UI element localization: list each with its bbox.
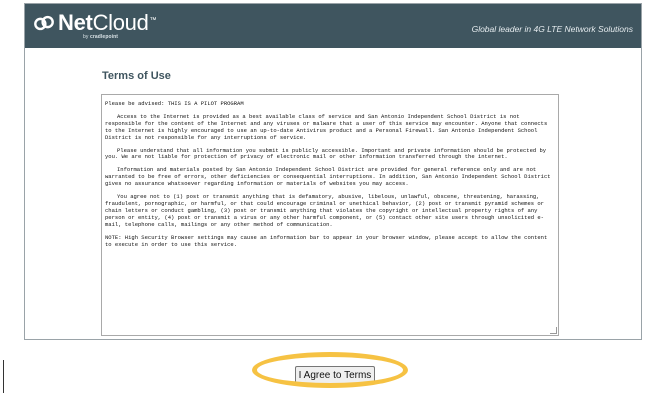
terms-paragraph: Please understand that all information y… — [105, 146, 547, 161]
brand-name: NetCloud™ — [58, 10, 157, 36]
brand-net: Net — [58, 10, 93, 35]
agree-to-terms-button[interactable]: I Agree to Terms — [295, 366, 375, 384]
header-tagline: Global leader in 4G LTE Network Solution… — [471, 24, 633, 34]
terms-paragraph: Information and materials posted by San … — [105, 166, 551, 188]
page-title: Terms of Use — [102, 70, 171, 82]
link-icon — [34, 15, 54, 31]
brand-byline: by cradlepoint — [83, 34, 118, 40]
header-bar: NetCloud™ by cradlepoint Global leader i… — [25, 4, 641, 48]
byline-prefix: by — [83, 34, 89, 40]
portal-frame: NetCloud™ by cradlepoint Global leader i… — [24, 3, 642, 340]
brand-cloud: Cloud — [92, 10, 149, 35]
resize-grip-icon[interactable] — [550, 327, 557, 334]
byline-company: cradlepoint — [89, 34, 119, 40]
terms-textarea[interactable]: Please be advised: THIS IS A PILOT PROGR… — [101, 94, 559, 336]
text-cursor-line — [3, 360, 4, 393]
trademark-mark: ™ — [149, 17, 157, 24]
terms-paragraph: Access to the Internet is provided as a … — [105, 112, 548, 141]
terms-paragraph: Please be advised: THIS IS A PILOT PROGR… — [105, 100, 244, 107]
terms-paragraph: NOTE: High Security Browser settings may… — [105, 233, 548, 248]
terms-paragraph: You agree not to (1) post or transmit an… — [105, 193, 544, 228]
